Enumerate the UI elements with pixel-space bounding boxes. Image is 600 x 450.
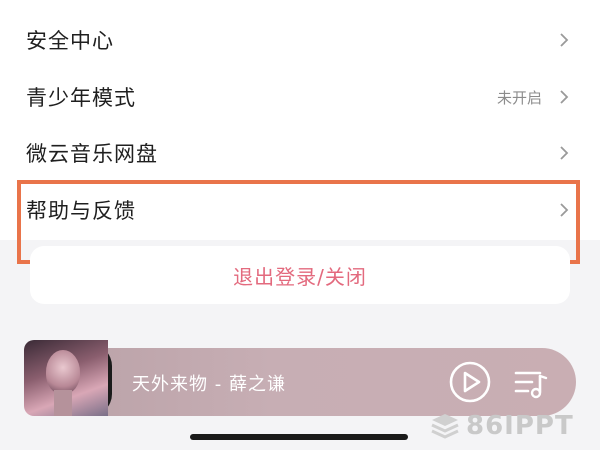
settings-item-label: 安全中心	[26, 29, 114, 53]
playlist-icon[interactable]	[512, 364, 550, 402]
album-cover-figure	[46, 350, 80, 394]
settings-item-teen-mode[interactable]: 青少年模式 未开启	[0, 69, 600, 125]
chevron-right-icon	[556, 202, 572, 218]
settings-item-weiyun-music-drive[interactable]: 微云音乐网盘	[0, 125, 600, 181]
settings-item-label: 青少年模式	[26, 86, 136, 110]
album-cover-figure-neck	[54, 390, 72, 416]
home-indicator	[190, 434, 408, 440]
logout-button[interactable]: 退出登录/关闭	[30, 246, 570, 304]
watermark-logo-icon	[431, 414, 459, 439]
chevron-right-icon	[556, 32, 572, 48]
chevron-right-icon	[556, 145, 572, 161]
settings-item-label: 微云音乐网盘	[26, 142, 158, 166]
chevron-right-icon	[556, 89, 572, 105]
play-icon[interactable]	[448, 360, 492, 404]
settings-item-label: 帮助与反馈	[26, 199, 136, 223]
album-cover[interactable]	[24, 340, 108, 416]
watermark-text: 86IPPT	[466, 411, 574, 441]
watermark: 86IPPT	[430, 408, 574, 444]
now-playing-title: 天外来物 - 薛之谦	[132, 374, 286, 395]
teen-mode-status: 未开启	[496, 88, 542, 107]
logout-label: 退出登录/关闭	[233, 264, 367, 289]
settings-item-security-center[interactable]: 安全中心	[0, 12, 600, 68]
settings-list: 安全中心 青少年模式 未开启 微云音乐网盘 帮助与反馈	[0, 0, 600, 240]
settings-item-help-feedback[interactable]: 帮助与反馈	[0, 182, 600, 238]
